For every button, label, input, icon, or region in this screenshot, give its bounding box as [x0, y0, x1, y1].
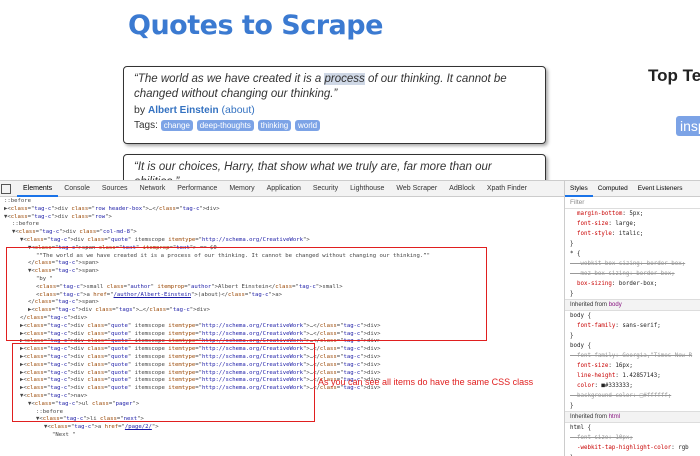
css-rule-line[interactable]: font-size: large;: [565, 219, 700, 229]
devtools-panel: Elements Console Sources Network Performance…: [0, 180, 700, 456]
devtools-tab-console[interactable]: Console: [58, 181, 96, 197]
devtools-tab-sources[interactable]: Sources: [96, 181, 134, 197]
css-rule-line[interactable]: font-style: italic;: [565, 229, 700, 239]
devtools-tab-web-scraper[interactable]: Web Scraper: [390, 181, 443, 197]
quote-text: “The world as we have created it is a pr…: [134, 73, 507, 100]
css-rule-line[interactable]: line-height: 1.42857143;: [565, 371, 700, 381]
highlight-box-selected-quote: [6, 247, 487, 341]
css-rule-line[interactable]: background-color: □#ffffff;: [565, 391, 700, 401]
css-rule-line[interactable]: }: [565, 331, 700, 341]
tag-change[interactable]: change: [160, 120, 193, 131]
css-rule-line[interactable]: font-family: Georgia,"Times New R: [565, 351, 700, 361]
styles-tabbar: Styles Computed Event Listeners: [565, 181, 700, 197]
dom-node-line[interactable]: ▶<class="tag-c">div class="row header-bo…: [4, 206, 563, 214]
devtools-tab-memory[interactable]: Memory: [223, 181, 260, 197]
dom-node-line[interactable]: ▼<class="tag-c">a href="/page/2/">: [4, 424, 563, 432]
tab-styles[interactable]: Styles: [565, 181, 593, 197]
tab-event-listeners[interactable]: Event Listeners: [633, 181, 688, 197]
devtools-tab-performance[interactable]: Performance: [171, 181, 223, 197]
tag-thinking[interactable]: thinking: [257, 120, 292, 131]
inherited-from-header: Inherited from html: [565, 411, 700, 423]
css-rule-line[interactable]: margin-bottom: 5px;: [565, 209, 700, 219]
highlighted-word: process: [324, 73, 365, 85]
css-rule-line[interactable]: font-family: sans-serif;: [565, 321, 700, 331]
css-rule-line[interactable]: html {: [565, 423, 700, 433]
tag-world[interactable]: world: [295, 120, 321, 131]
css-rule-line[interactable]: color: ■#333333;: [565, 381, 700, 391]
css-rule-line[interactable]: -moz-box-sizing: border-box;: [565, 269, 700, 279]
css-rule-line[interactable]: }: [565, 401, 700, 411]
elements-tree[interactable]: ::before ▶<class="tag-c">div class="row h…: [0, 198, 563, 456]
devtools-tab-application[interactable]: Application: [261, 181, 307, 197]
quote-card: “The world as we have created it is a pr…: [123, 66, 546, 144]
css-rule-line[interactable]: * {: [565, 249, 700, 259]
inspect-element-icon[interactable]: [1, 183, 11, 194]
highlight-box-quote-list: [12, 343, 315, 422]
css-rule-line[interactable]: -webkit-box-sizing: border-box;: [565, 259, 700, 269]
tag-inspirational[interactable]: insp: [676, 116, 700, 136]
css-rule-line[interactable]: font-size: 16px;: [565, 361, 700, 371]
web-page: Quotes to Scrape “The world as we have c…: [0, 0, 700, 180]
css-rule-line[interactable]: body {: [565, 341, 700, 351]
css-rule-line[interactable]: }: [565, 289, 700, 299]
devtools-tab-lighthouse[interactable]: Lighthouse: [344, 181, 390, 197]
inherited-from-header: Inherited from body: [565, 299, 700, 311]
devtools-tab-adblock[interactable]: AdBlock: [443, 181, 481, 197]
dom-node-line[interactable]: ▼<class="tag-c">div class="col-md-8">: [4, 229, 563, 237]
devtools-tab-elements[interactable]: Elements: [17, 181, 59, 197]
quote-card-2: “It is our choices, Harry, that show wha…: [123, 154, 546, 180]
styles-pane: Styles Computed Event Listeners Filter m…: [564, 181, 700, 456]
css-rule-line[interactable]: font-size: 10px;: [565, 433, 700, 443]
css-rule-line[interactable]: -webkit-tap-highlight-color: rgb: [565, 443, 700, 453]
css-rule-line[interactable]: body {: [565, 311, 700, 321]
quote-author: Albert Einstein: [148, 105, 219, 116]
dom-node-line[interactable]: ▼<class="tag-c">div class="row">: [4, 214, 563, 222]
tab-computed[interactable]: Computed: [593, 181, 633, 197]
css-rule-line[interactable]: box-sizing: border-box;: [565, 279, 700, 289]
quote-byline: by Albert Einstein (about): [134, 104, 255, 116]
css-rule-line[interactable]: }: [565, 239, 700, 249]
quote-tags: Tags: change deep-thoughts thinking worl…: [134, 120, 535, 131]
dom-node-line[interactable]: ::before: [4, 221, 563, 229]
about-link[interactable]: (about): [222, 104, 255, 116]
top-ten-heading: Top Te: [648, 66, 700, 85]
devtools-tab-xpath-finder[interactable]: Xpath Finder: [481, 181, 533, 197]
site-title[interactable]: Quotes to Scrape: [128, 10, 383, 41]
styles-filter-input[interactable]: Filter: [565, 197, 700, 209]
dom-node-line[interactable]: "Next ": [4, 432, 563, 440]
dom-node-line[interactable]: ▼<class="tag-c">div class="quote" itemsc…: [4, 237, 563, 245]
annotation-text: As you can see all items do have the sam…: [318, 377, 534, 387]
tag-deep-thoughts[interactable]: deep-thoughts: [196, 120, 254, 131]
devtools-tab-security[interactable]: Security: [307, 181, 344, 197]
devtools-tab-network[interactable]: Network: [134, 181, 172, 197]
quote-text-2: “It is our choices, Harry, that show wha…: [134, 161, 492, 180]
dom-node-line[interactable]: ::before: [4, 198, 563, 206]
